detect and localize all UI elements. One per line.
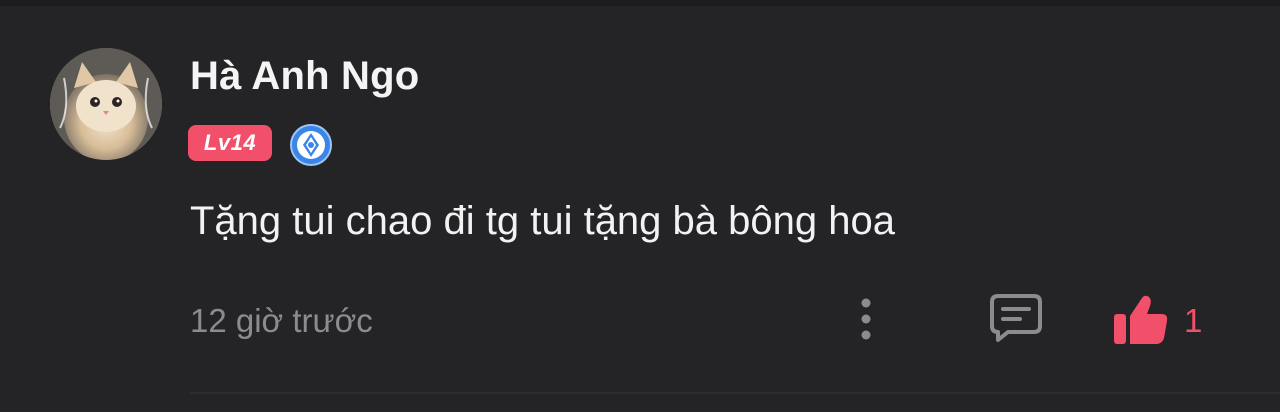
thumbs-up-icon <box>1112 294 1170 346</box>
timestamp: 12 giờ trước <box>190 302 373 339</box>
like-button[interactable]: 1 <box>1112 294 1222 350</box>
level-badge: Lv14 <box>188 125 272 161</box>
bottom-divider <box>190 392 1280 394</box>
username[interactable]: Hà Anh Ngo <box>190 54 419 99</box>
avatar[interactable] <box>50 48 162 160</box>
reply-comment-icon[interactable] <box>988 292 1044 344</box>
like-count: 1 <box>1184 302 1203 339</box>
avatar-cat-photo <box>50 48 162 160</box>
comment-item: Hà Anh Ngo Lv14 Tặng tui chao đi tg tui … <box>0 0 1280 412</box>
comment-text: Tặng tui chao đi tg tui tặng bà bông hoa <box>190 199 895 243</box>
verified-badge-icon <box>289 123 333 167</box>
more-vertical-icon[interactable] <box>850 295 882 343</box>
